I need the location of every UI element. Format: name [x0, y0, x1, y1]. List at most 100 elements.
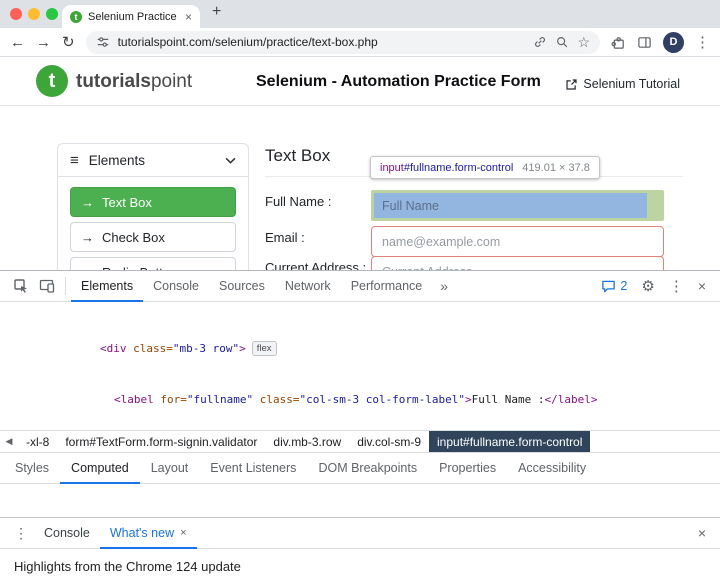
page-content: ≡ Elements → Text Box → Check Box → Radi… — [0, 106, 720, 270]
tab-layout[interactable]: Layout — [140, 452, 200, 484]
drawer-menu-icon[interactable]: ⋮ — [8, 525, 34, 542]
tab-favicon-icon: t — [70, 11, 82, 23]
email-input[interactable] — [371, 226, 664, 257]
breadcrumb-scroll-left-icon[interactable]: ◀ — [0, 436, 18, 447]
code-token: > — [465, 393, 472, 406]
elements-sidebar: ≡ Elements → Text Box → Check Box → Radi… — [57, 143, 249, 270]
browser-tab-strip: t Selenium Practice - Text Box × + — [0, 0, 720, 28]
tutorialspoint-logo-text[interactable]: tutorialspoint — [76, 71, 192, 93]
issues-counter[interactable]: 2 — [601, 279, 627, 294]
side-panel-icon[interactable] — [637, 35, 652, 50]
new-tab-button[interactable]: + — [212, 3, 221, 21]
code-token: class= — [253, 393, 299, 406]
close-tab-icon[interactable]: × — [180, 527, 186, 539]
drawer-tab-whats-new[interactable]: What's new × — [100, 518, 197, 549]
devtools-tab-performance[interactable]: Performance — [341, 271, 433, 302]
breadcrumb-item-selected[interactable]: input#fullname.form-control — [429, 431, 590, 453]
sidebar-item-label: Check Box — [102, 230, 165, 245]
inspect-tooltip: input#fullname.form-control 419.01 × 37.… — [370, 156, 600, 179]
code-token: <div — [100, 342, 127, 355]
selenium-tutorial-link[interactable]: Selenium Tutorial — [565, 77, 680, 91]
sidebar-item-radio-button[interactable]: → Radio Button — [70, 257, 236, 270]
devtools-tab-console[interactable]: Console — [143, 271, 209, 302]
full-name-input-highlighted[interactable]: Full Name — [371, 190, 664, 221]
window-maximize-button[interactable] — [46, 8, 58, 20]
tooltip-selector: input#fullname.form-control — [380, 162, 513, 174]
breadcrumb-item[interactable]: -xl-8 — [18, 431, 57, 453]
link-icon[interactable] — [533, 35, 547, 49]
reload-button[interactable]: ↻ — [62, 35, 75, 50]
dom-node-div-row[interactable]: <div class="mb-3 row">flex — [0, 340, 720, 357]
extensions-puzzle-icon[interactable] — [611, 35, 626, 50]
forward-button[interactable]: → — [36, 35, 51, 50]
devtools-menu-icon[interactable]: ⋮ — [669, 279, 684, 294]
hamburger-icon[interactable]: ≡ — [70, 152, 79, 169]
window-close-button[interactable] — [10, 8, 22, 20]
bookmark-star-icon[interactable]: ☆ — [577, 35, 590, 49]
breadcrumb-item[interactable]: form#TextForm.form-signin.validator — [57, 431, 265, 453]
devtools-toolbar-right: 2 ⚙ ⋮ × — [601, 279, 712, 294]
sidebar-item-text-box[interactable]: → Text Box — [70, 187, 236, 217]
flex-badge[interactable]: flex — [252, 341, 277, 356]
tab-title: Selenium Practice - Text Box — [88, 11, 179, 23]
address-bar[interactable]: tutorialspoint.com/selenium/practice/tex… — [86, 31, 600, 54]
browser-tab[interactable]: t Selenium Practice - Text Box × — [62, 5, 200, 28]
sidebar-header-label: Elements — [89, 153, 215, 168]
tooltip-dimensions: 419.01 × 37.8 — [522, 162, 590, 174]
sidebar-header[interactable]: ≡ Elements — [58, 144, 248, 177]
back-button[interactable]: ← — [10, 35, 25, 50]
device-toolbar-icon[interactable] — [34, 278, 60, 294]
devtools-panel: Elements Console Sources Network Perform… — [0, 270, 720, 517]
browser-toolbar: ← → ↻ tutorialspoint.com/selenium/practi… — [0, 28, 720, 57]
tutorial-link-label: Selenium Tutorial — [583, 77, 680, 91]
tab-close-icon[interactable]: × — [185, 10, 192, 24]
current-address-input[interactable] — [371, 256, 664, 270]
form-section-heading: Text Box — [265, 146, 330, 166]
breadcrumb-item[interactable]: div.col-sm-9 — [349, 431, 429, 453]
tab-styles[interactable]: Styles — [4, 452, 60, 484]
browser-menu-icon[interactable]: ⋮ — [695, 35, 710, 50]
devtools-tab-elements[interactable]: Elements — [71, 271, 143, 302]
window-minimize-button[interactable] — [28, 8, 40, 20]
tooltip-tag: input — [380, 162, 404, 174]
code-token: class= — [127, 342, 173, 355]
profile-avatar[interactable]: D — [663, 32, 684, 53]
code-token: </label> — [545, 393, 598, 406]
tab-properties[interactable]: Properties — [428, 452, 507, 484]
chevron-down-icon[interactable] — [225, 157, 236, 164]
tab-dom-breakpoints[interactable]: DOM Breakpoints — [307, 452, 428, 484]
more-tabs-icon[interactable]: » — [432, 278, 456, 294]
sidebar-item-label: Text Box — [102, 195, 152, 210]
dom-node-label[interactable]: <label for="fullname" class="col-sm-3 co… — [0, 391, 720, 408]
devtools-settings-icon[interactable]: ⚙ — [641, 279, 654, 294]
drawer-close-icon[interactable]: × — [692, 525, 712, 541]
drawer-tab-console[interactable]: Console — [34, 518, 100, 549]
email-label: Email : — [265, 230, 305, 245]
tab-computed[interactable]: Computed — [60, 452, 140, 484]
arrow-right-icon: → — [81, 230, 94, 245]
tutorialspoint-logo-icon[interactable]: t — [36, 65, 68, 97]
devtools-tab-sources[interactable]: Sources — [209, 271, 275, 302]
code-token: "mb-3 row" — [173, 342, 239, 355]
code-token: "col-sm-3 col-form-label" — [299, 393, 465, 406]
external-link-icon — [565, 78, 578, 91]
tab-accessibility[interactable]: Accessibility — [507, 452, 597, 484]
url-text[interactable]: tutorialspoint.com/selenium/practice/tex… — [118, 35, 526, 49]
inspector-content-highlight: Full Name — [374, 193, 647, 218]
issues-count: 2 — [620, 279, 627, 293]
code-token: for= — [154, 393, 187, 406]
code-token: "fullname" — [187, 393, 253, 406]
elements-tree: <div class="mb-3 row">flex <label for="f… — [0, 302, 720, 430]
sidebar-item-check-box[interactable]: → Check Box — [70, 222, 236, 252]
page-title: Selenium - Automation Practice Form — [256, 73, 541, 91]
devtools-tab-network[interactable]: Network — [275, 271, 341, 302]
inspect-element-icon[interactable] — [8, 278, 34, 294]
zoom-icon[interactable] — [555, 35, 569, 49]
dom-breadcrumb-bar: ◀ -xl-8 form#TextForm.form-signin.valida… — [0, 430, 720, 452]
tab-event-listeners[interactable]: Event Listeners — [199, 452, 307, 484]
devtools-close-icon[interactable]: × — [698, 279, 706, 293]
breadcrumb-item[interactable]: div.mb-3.row — [265, 431, 349, 453]
site-header: t tutorialspoint Selenium - Automation P… — [0, 57, 720, 106]
devtools-drawer: ⋮ Console What's new × × Highlights from… — [0, 517, 720, 580]
site-settings-icon[interactable] — [96, 35, 110, 49]
